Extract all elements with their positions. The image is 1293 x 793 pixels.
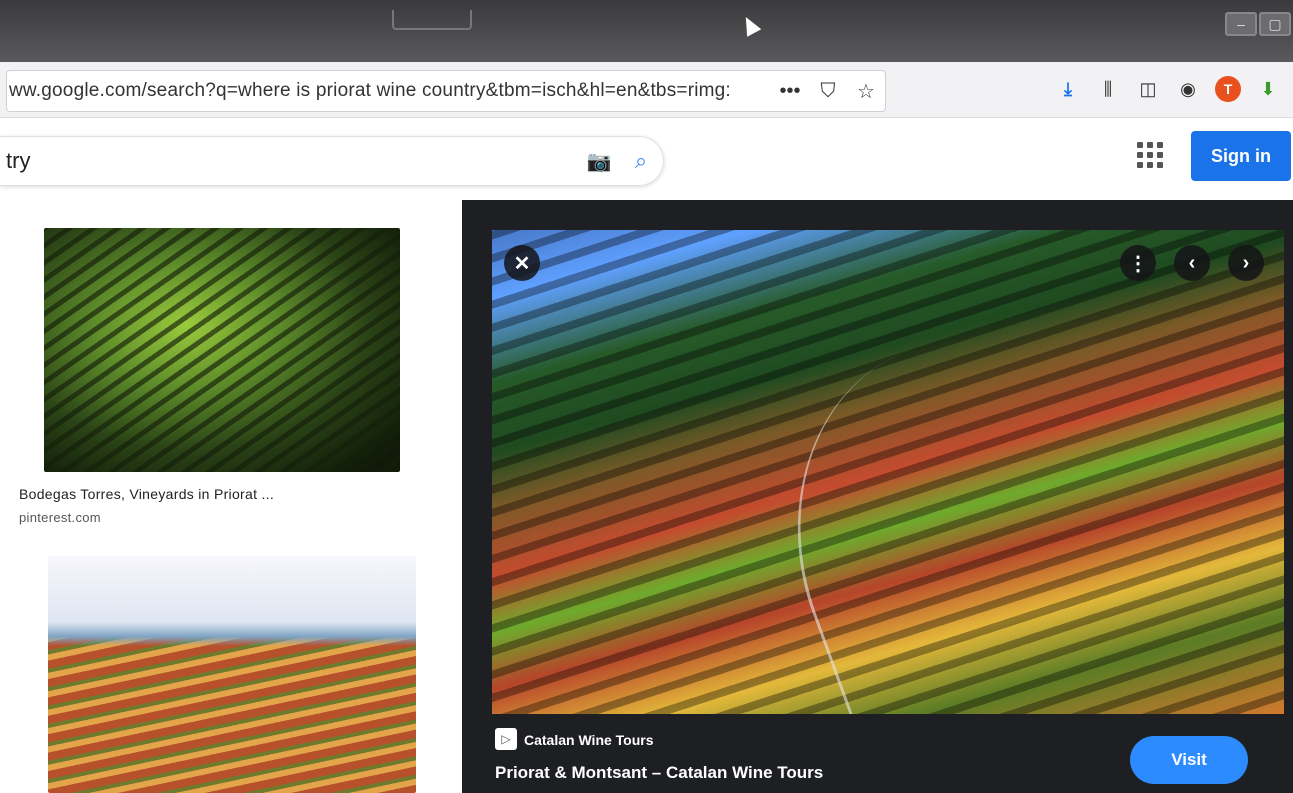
camera-icon[interactable]: 📷	[579, 149, 619, 174]
image-results-column: Bodegas Torres, Vineyards in Priorat ...…	[0, 200, 462, 793]
browser-navbar: ww.google.com/search?q=where is priorat …	[0, 62, 1293, 118]
library-icon[interactable]: ⫼	[1095, 76, 1121, 102]
restore-icon[interactable]: ▢	[1259, 12, 1291, 36]
preview-site-name[interactable]: Catalan Wine Tours	[524, 732, 654, 748]
search-input[interactable]: try	[0, 148, 579, 174]
account-icon[interactable]: ◉	[1175, 76, 1201, 102]
image-detail	[739, 309, 1145, 714]
close-icon[interactable]: ✕	[504, 245, 540, 281]
search-box[interactable]: try 📷 ⌕	[0, 136, 664, 186]
search-icon[interactable]: ⌕	[619, 148, 663, 174]
sidebar-icon[interactable]: ◫	[1135, 76, 1161, 102]
sign-in-button[interactable]: Sign in	[1191, 131, 1291, 181]
minimize-icon[interactable]: –	[1225, 12, 1257, 36]
extension-t-icon[interactable]: T	[1215, 76, 1241, 102]
more-options-icon[interactable]: ⋮	[1120, 245, 1156, 281]
result-title[interactable]: Bodegas Torres, Vineyards in Priorat ...	[19, 486, 274, 502]
chevron-left-icon[interactable]: ‹	[1174, 245, 1210, 281]
pocket-icon[interactable]: ⛉	[809, 80, 847, 103]
result-source[interactable]: pinterest.com	[19, 510, 101, 525]
extension-green-icon[interactable]: ⬇	[1255, 76, 1281, 102]
page-actions-icon[interactable]: •••	[771, 80, 809, 103]
download-icon[interactable]: ⤓	[1055, 76, 1081, 102]
visit-button[interactable]: Visit	[1130, 736, 1248, 784]
chevron-right-icon[interactable]: ›	[1228, 245, 1264, 281]
window-titlebar: – ▢	[0, 0, 1293, 62]
bookmark-star-icon[interactable]: ☆	[847, 79, 885, 104]
image-preview-panel: ✕ ⋮ ‹ › ▷ Catalan Wine Tours Priorat & M…	[462, 200, 1293, 793]
url-text[interactable]: ww.google.com/search?q=where is priorat …	[7, 80, 771, 102]
mouse-cursor-icon	[738, 13, 762, 37]
window-controls: – ▢	[1225, 12, 1291, 36]
result-thumbnail[interactable]	[44, 228, 400, 472]
apps-grid-icon[interactable]	[1137, 142, 1163, 168]
browser-toolbar: ⤓ ⫼ ◫ ◉ T ⬇	[1055, 76, 1281, 102]
preview-image[interactable]	[492, 230, 1284, 714]
google-header: try 📷 ⌕ Sign in	[0, 118, 1293, 200]
address-bar[interactable]: ww.google.com/search?q=where is priorat …	[6, 70, 886, 112]
site-favicon-icon: ▷	[495, 728, 517, 750]
browser-tab[interactable]	[392, 10, 472, 30]
result-thumbnail[interactable]	[48, 556, 416, 793]
preview-title[interactable]: Priorat & Montsant – Catalan Wine Tours	[495, 763, 823, 783]
